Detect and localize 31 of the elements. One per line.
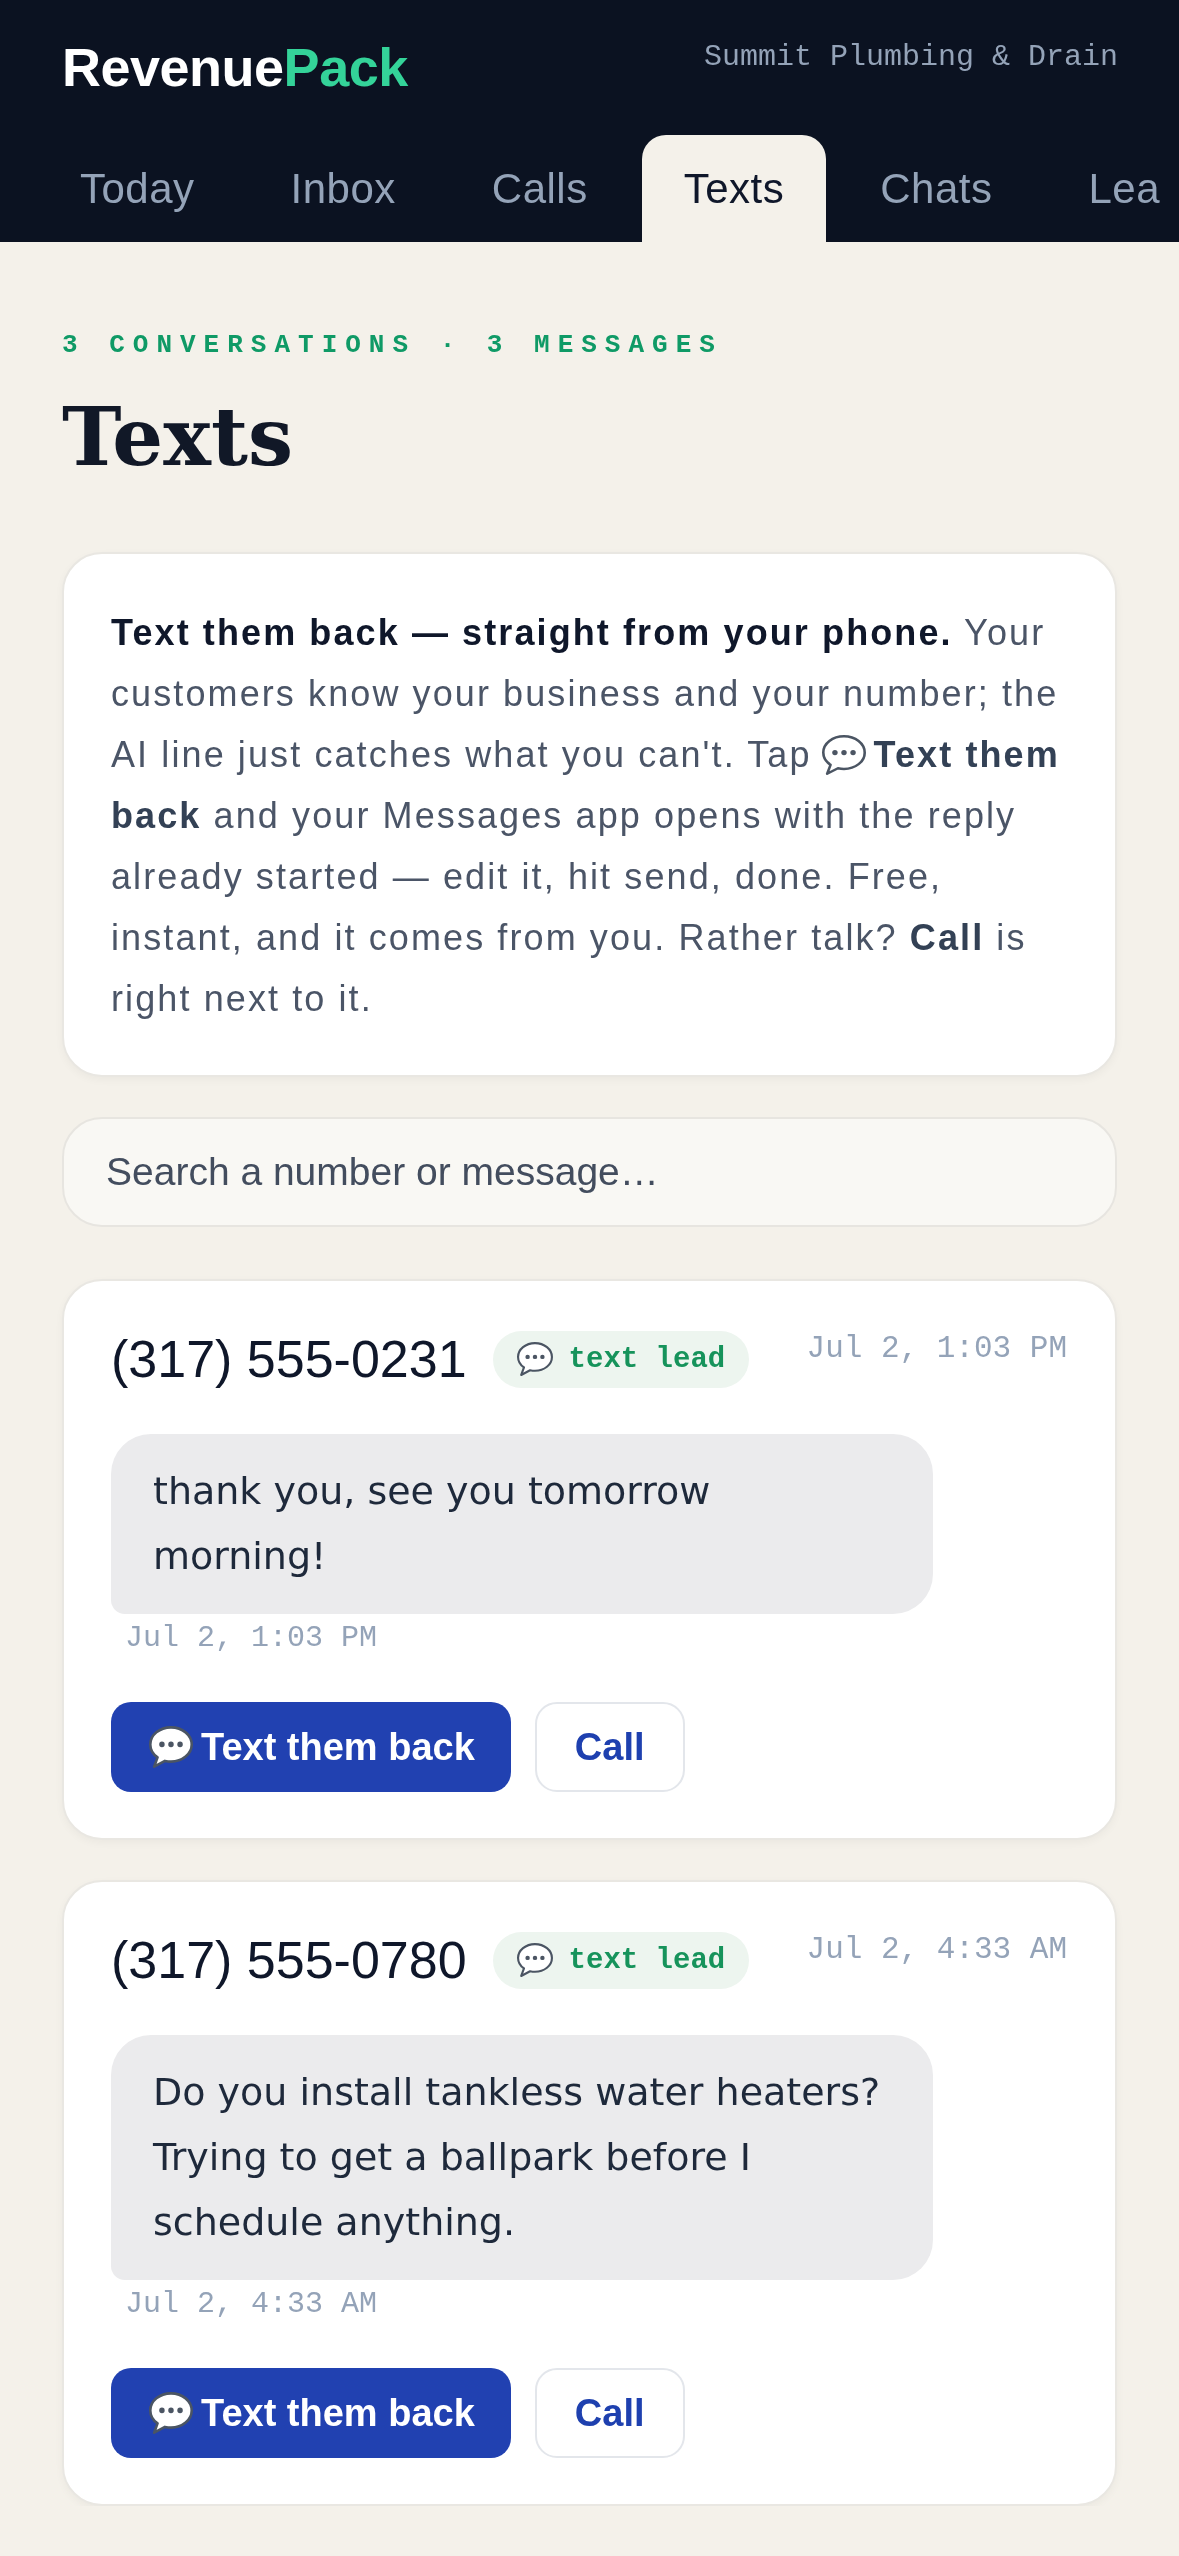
nav-tab[interactable]: Calls: [449, 135, 630, 242]
speech-bubble-icon: [821, 735, 866, 775]
nav-tab[interactable]: Texts: [641, 135, 827, 242]
call-button[interactable]: Call: [534, 2368, 685, 2458]
phone-number: (317) 555-0780: [111, 1930, 467, 1990]
conversation-count: 3 CONVERSATIONS · 3 MESSAGES: [62, 330, 724, 360]
badge-label: text lead: [568, 1342, 726, 1376]
nav-tab[interactable]: Lea: [1046, 135, 1179, 242]
intro-text: Text them back — straight from your phone. Your customers know your business and your number; the AI line just catches what you can't. Tap Text them back and your Messages app opens with the reply already started — edit it, hit send, done. Free, instant, and it comes from you. Rather talk? Call is right next to it.: [111, 611, 1061, 1021]
text-back-button[interactable]: Text them back: [111, 2368, 511, 2458]
message-time: Jul 2, 4:33 AM: [124, 2286, 379, 2322]
speech-bubble-icon: [516, 1342, 553, 1376]
speech-bubble-icon: [149, 2392, 193, 2434]
nav-tab[interactable]: Inbox: [248, 135, 438, 242]
conversation-time: Jul 2, 4:33 AM: [806, 1931, 1067, 1969]
page-title: Texts: [62, 392, 294, 482]
message-bubble: Do you install tankless water heaters? Trying to get a ballpark before I schedule anything.: [111, 2035, 934, 2280]
logo-text: RevenuePack: [62, 40, 408, 94]
phone-number: (317) 555-0231: [111, 1329, 467, 1389]
nav-tab[interactable]: Today: [38, 135, 237, 242]
message-time: Jul 2, 1:03 PM: [124, 1620, 379, 1656]
speech-bubble-icon: [516, 1943, 553, 1977]
nav-tab[interactable]: Chats: [838, 135, 1035, 242]
business-name: Summit Plumbing & Drain: [703, 42, 1118, 72]
speech-bubble-icon: [149, 1726, 193, 1768]
call-button[interactable]: Call: [534, 1702, 685, 1792]
search-field[interactable]: Search a number or message…: [62, 1117, 1117, 1227]
badge-label: text lead: [568, 1943, 726, 1977]
text-back-button[interactable]: Text them back: [111, 1702, 511, 1792]
message-bubble: thank you, see you tomorrow morning!: [111, 1434, 934, 1614]
conversation-time: Jul 2, 1:03 PM: [806, 1330, 1067, 1368]
